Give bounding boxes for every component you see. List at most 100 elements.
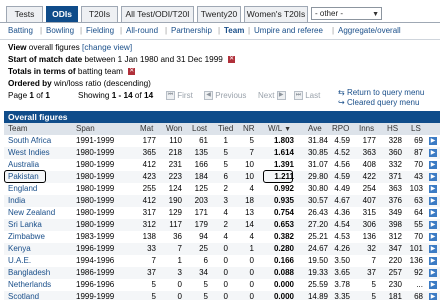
cell-hs: 328 bbox=[388, 136, 402, 145]
nav-fielding[interactable]: Fielding bbox=[86, 25, 114, 37]
cell-span: 1980-1999 bbox=[76, 160, 115, 169]
cell-team[interactable]: Sri Lanka bbox=[8, 219, 42, 231]
cell-tied: 5 bbox=[223, 148, 228, 157]
cell-team[interactable]: West Indies bbox=[8, 147, 50, 159]
cell-hs: 257 bbox=[388, 268, 402, 277]
cell-nr: 1 bbox=[249, 244, 254, 253]
cell-team[interactable]: Scotland bbox=[8, 291, 39, 300]
header-won[interactable]: Won bbox=[166, 123, 182, 135]
cell-lost: 5 bbox=[203, 292, 208, 300]
nav-partnership[interactable]: Partnership bbox=[171, 25, 212, 37]
nav-aggregate-overall[interactable]: Aggregate/overall bbox=[338, 25, 401, 37]
cell-team[interactable]: Bangladesh bbox=[8, 267, 50, 279]
other-format-select[interactable]: - other - ▼ bbox=[311, 7, 382, 20]
row-detail-arrow-icon[interactable]: ▶ bbox=[429, 137, 437, 145]
tab-all-formats[interactable]: All Test/ODI/T20I bbox=[121, 6, 194, 22]
cell-team[interactable]: Kenya bbox=[8, 243, 31, 255]
cell-ave: 29.80 bbox=[307, 172, 328, 181]
row-detail-arrow-icon[interactable]: ▶ bbox=[429, 233, 437, 241]
cell-won: 124 bbox=[168, 184, 182, 193]
nav-umpire-referee[interactable]: Umpire and referee bbox=[254, 25, 323, 37]
row-detail-arrow-icon[interactable]: ▶ bbox=[429, 209, 437, 217]
cell-team[interactable]: England bbox=[8, 183, 37, 195]
header-span[interactable]: Span bbox=[76, 123, 95, 135]
tab-t20is[interactable]: T20Is bbox=[81, 6, 118, 22]
cell-team[interactable]: U.A.E. bbox=[8, 255, 31, 267]
tab-tests[interactable]: Tests bbox=[6, 6, 43, 22]
header-rpo[interactable]: RPO bbox=[332, 123, 349, 135]
cell-wl: 1.803 bbox=[273, 136, 294, 145]
cell-team[interactable]: New Zealand bbox=[8, 207, 55, 219]
row-detail-arrow-icon[interactable]: ▶ bbox=[429, 161, 437, 169]
row-detail-arrow-icon[interactable]: ▶ bbox=[429, 257, 437, 265]
table-row: South Africa 1991-1999 177 110 61 1 5 1.803 31.8… bbox=[4, 135, 440, 147]
row-detail-arrow-icon[interactable]: ▶ bbox=[429, 221, 437, 229]
tab-twenty20[interactable]: Twenty20 bbox=[197, 6, 241, 22]
tab-odis[interactable]: ODIs bbox=[46, 6, 78, 22]
header-team[interactable]: Team bbox=[8, 123, 28, 135]
cell-nr: 5 bbox=[249, 136, 254, 145]
row-detail-arrow-icon[interactable]: ▶ bbox=[429, 149, 437, 157]
table-row: Zimbabwe 1983-1999 138 36 94 4 4 0.382 25.21 4.53… bbox=[4, 231, 440, 243]
first-page-button[interactable]: ⏮ First bbox=[166, 90, 193, 101]
nav-bowling[interactable]: Bowling bbox=[46, 25, 74, 37]
header-wl-label: W/L bbox=[268, 124, 282, 133]
row-detail-arrow-icon[interactable]: ▶ bbox=[429, 245, 437, 253]
cell-ls: 64 bbox=[414, 208, 423, 217]
table-row: Kenya 1996-1999 33 7 25 0 1 0.280 24.67 4.26 32 347… bbox=[4, 243, 440, 255]
cell-mat: 312 bbox=[142, 220, 156, 229]
header-tied[interactable]: Tied bbox=[218, 123, 233, 135]
cleared-label: Cleared query menu bbox=[346, 98, 420, 107]
header-ls[interactable]: LS bbox=[411, 123, 421, 135]
cell-rpo: 4.52 bbox=[334, 148, 350, 157]
next-page-button[interactable]: Next ▶ bbox=[258, 90, 286, 101]
cell-ls: 69 bbox=[414, 136, 423, 145]
totals-label: Totals in terms of bbox=[8, 67, 76, 76]
subnav-divider bbox=[0, 39, 440, 40]
cell-nr: 0 bbox=[249, 292, 254, 300]
row-detail-arrow-icon[interactable]: ▶ bbox=[429, 281, 437, 289]
header-ave[interactable]: Ave bbox=[308, 123, 322, 135]
cell-lost: 6 bbox=[203, 256, 208, 265]
header-lost[interactable]: Lost bbox=[192, 123, 207, 135]
cell-wl: 0.653 bbox=[273, 220, 294, 229]
return-to-query-link[interactable]: ⇆ Return to query menu bbox=[338, 88, 424, 98]
header-hs[interactable]: HS bbox=[387, 123, 398, 135]
row-detail-arrow-icon[interactable]: ▶ bbox=[429, 269, 437, 277]
nav-all-round[interactable]: All-round bbox=[126, 25, 158, 37]
tab-womens-t20is[interactable]: Women's T20Is bbox=[244, 6, 308, 22]
header-nr[interactable]: NR bbox=[243, 123, 255, 135]
cell-tied: 6 bbox=[223, 172, 228, 181]
previous-page-button[interactable]: ◀ Previous bbox=[204, 90, 246, 101]
change-view-link[interactable]: [change view] bbox=[82, 43, 132, 52]
header-inns[interactable]: Inns bbox=[359, 123, 374, 135]
cell-rpo: 4.59 bbox=[334, 172, 350, 181]
cell-team[interactable]: South Africa bbox=[8, 135, 51, 147]
remove-filter-icon[interactable]: ✕ bbox=[228, 56, 236, 64]
row-detail-arrow-icon[interactable]: ▶ bbox=[429, 293, 437, 300]
cell-rpo: 4.49 bbox=[334, 184, 350, 193]
remove-filter-icon[interactable]: ✕ bbox=[128, 68, 136, 76]
row-detail-arrow-icon[interactable]: ▶ bbox=[429, 173, 437, 181]
showing-indicator: Showing 1 - 14 of 14 bbox=[78, 90, 153, 101]
next-page-icon: ▶ bbox=[276, 91, 286, 101]
cell-lost: 203 bbox=[194, 196, 208, 205]
row-detail-arrow-icon[interactable]: ▶ bbox=[429, 197, 437, 205]
cell-hs: 371 bbox=[388, 172, 402, 181]
row-detail-arrow-icon[interactable]: ▶ bbox=[429, 185, 437, 193]
nav-separator: | bbox=[248, 26, 251, 35]
cell-inns: 407 bbox=[362, 196, 376, 205]
last-page-button[interactable]: ⏭ Last bbox=[294, 90, 320, 101]
cell-ls: 63 bbox=[414, 196, 423, 205]
cell-inns: 254 bbox=[362, 184, 376, 193]
team-highlight-outline bbox=[4, 170, 46, 183]
cell-team[interactable]: Netherlands bbox=[8, 279, 51, 291]
nav-team[interactable]: Team bbox=[224, 25, 244, 37]
cell-tied: 4 bbox=[223, 232, 228, 241]
header-mat[interactable]: Mat bbox=[140, 123, 153, 135]
cell-team[interactable]: India bbox=[8, 195, 25, 207]
cell-team[interactable]: Zimbabwe bbox=[8, 231, 45, 243]
cleared-query-link[interactable]: ↪ Cleared query menu bbox=[338, 98, 419, 108]
start-date-value: between 1 Jan 1980 and 31 Dec 1999 bbox=[84, 55, 223, 64]
nav-batting[interactable]: Batting bbox=[8, 25, 33, 37]
